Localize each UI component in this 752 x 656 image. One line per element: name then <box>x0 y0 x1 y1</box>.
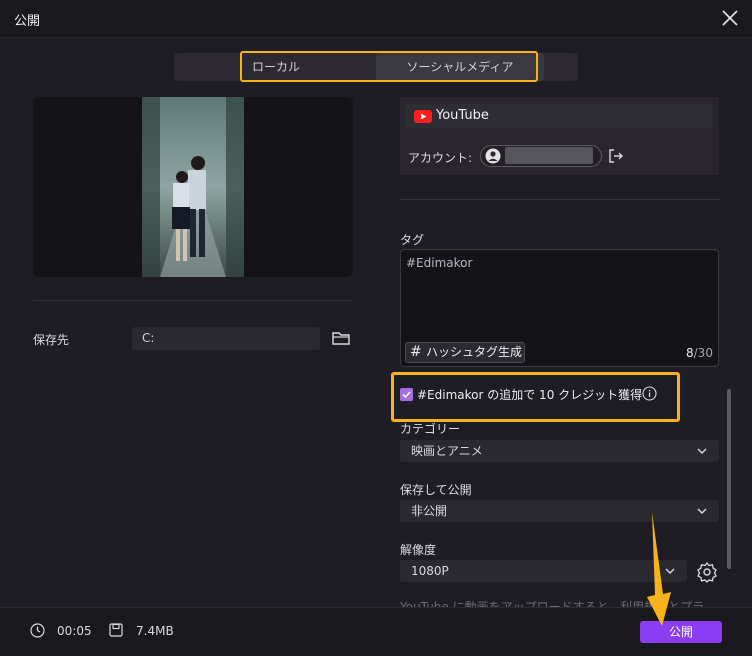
credit-label: #Edimakor の追加で 10 クレジット獲得 <box>417 388 643 402</box>
publish-button[interactable]: 公開 <box>640 621 722 643</box>
category-value: 映画とアニメ <box>411 444 483 458</box>
save-path-input[interactable]: C: <box>132 327 320 350</box>
tag-counter: 8/30 <box>686 346 713 360</box>
resolution-select[interactable]: 1080P <box>400 560 687 582</box>
category-label: カテゴリー <box>400 422 461 436</box>
scrollbar[interactable] <box>727 389 731 569</box>
window-title: 公開 <box>14 14 41 29</box>
gear-icon <box>697 561 717 583</box>
generate-hashtag-label: ハッシュタグ生成 <box>426 345 523 359</box>
close-icon <box>722 10 738 26</box>
video-duration: 00:05 <box>57 624 92 638</box>
divider <box>33 300 353 301</box>
category-select[interactable]: 映画とアニメ <box>400 440 719 462</box>
platform-name: YouTube <box>436 108 489 123</box>
visibility-select[interactable]: 非公開 <box>400 500 719 522</box>
tag-max: /30 <box>693 346 713 360</box>
hashtag-icon: # <box>410 344 422 360</box>
save-location-label: 保存先 <box>33 333 70 347</box>
file-size-icon <box>109 623 123 637</box>
resolution-label: 解像度 <box>400 543 437 557</box>
resolution-value: 1080P <box>411 564 449 578</box>
chevron-down-icon <box>697 448 707 454</box>
divider <box>400 199 719 200</box>
tab-bar: ローカル ソーシャルメディア <box>174 53 578 81</box>
generate-hashtag-button[interactable]: # ハッシュタグ生成 <box>405 342 525 363</box>
resolution-settings-button[interactable] <box>696 561 718 583</box>
browse-folder-button[interactable] <box>331 328 351 348</box>
video-thumbnail <box>142 97 244 277</box>
video-preview <box>33 97 353 277</box>
tags-label: タグ <box>400 233 425 247</box>
file-size: 7.4MB <box>136 624 174 638</box>
logout-button[interactable] <box>607 147 625 165</box>
chevron-down-icon <box>665 568 675 574</box>
tab-social-media[interactable]: ソーシャルメディア <box>376 53 544 81</box>
info-icon[interactable] <box>642 386 657 401</box>
close-button[interactable] <box>718 6 742 30</box>
avatar-icon <box>485 148 501 164</box>
tag-count: 8 <box>686 346 694 360</box>
clock-icon <box>30 623 45 638</box>
title-bar <box>0 0 752 38</box>
tags-value: #Edimakor <box>406 256 473 270</box>
account-label: アカウント: <box>408 151 473 165</box>
check-icon <box>402 391 411 399</box>
chevron-down-icon <box>697 508 707 514</box>
folder-icon <box>332 332 350 345</box>
visibility-value: 非公開 <box>411 504 448 518</box>
credit-checkbox[interactable] <box>400 388 413 401</box>
logout-icon <box>609 149 623 163</box>
visibility-label: 保存して公開 <box>400 483 472 497</box>
account-name-redacted <box>505 147 593 164</box>
youtube-icon <box>414 110 432 123</box>
